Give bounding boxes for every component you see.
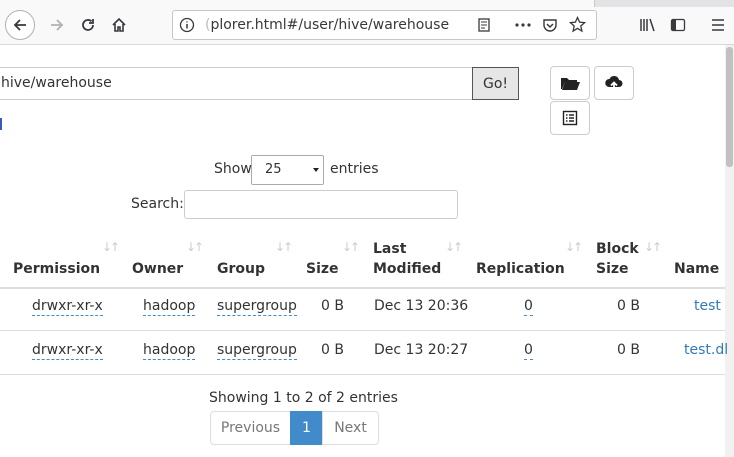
size-cell: 0 B (321, 342, 344, 358)
column-header-group[interactable]: Group (217, 259, 265, 279)
tab-strip (0, 0, 734, 7)
arrow-right-icon (51, 19, 64, 31)
cloud-upload-icon (605, 75, 623, 90)
upload-files-button[interactable] (594, 66, 634, 100)
column-header-replication[interactable]: Replication (476, 259, 565, 279)
info-icon[interactable] (179, 17, 195, 37)
library-icon (640, 18, 655, 32)
create-directory-button[interactable] (550, 66, 590, 100)
forward-button[interactable] (42, 10, 72, 40)
sidebar-button[interactable] (666, 11, 690, 39)
sidebar-edge (0, 45, 3, 457)
active-tab[interactable] (0, 0, 595, 7)
block-size-cell: 0 B (617, 298, 640, 314)
entries-label: entries (330, 161, 379, 177)
file-name-link[interactable]: test.dl (684, 342, 728, 358)
column-header-owner[interactable]: Owner (132, 259, 183, 279)
column-header-permission[interactable]: Permission (13, 259, 100, 279)
sidebar-icon (670, 18, 686, 32)
sort-icon[interactable]: ↓↑ (565, 240, 583, 254)
sort-icon[interactable]: ↓↑ (186, 240, 204, 254)
go-button[interactable]: Go! (472, 67, 519, 100)
sort-icon[interactable]: ↓↑ (342, 240, 360, 254)
page-actions-icon[interactable] (514, 17, 532, 37)
bookmark-star-icon[interactable] (568, 15, 587, 37)
row-divider (0, 330, 725, 331)
file-name-link[interactable]: test (694, 298, 721, 314)
list-alt-icon (562, 110, 578, 126)
column-header-last-modified-line2: Modified (373, 261, 442, 277)
column-header-last-modified[interactable]: Last Modified (373, 239, 441, 279)
table-header-divider (0, 287, 725, 289)
modified-cell: Dec 13 20:36 (374, 298, 469, 314)
reader-view-icon[interactable] (476, 17, 492, 37)
scrollbar-thumb[interactable] (726, 47, 733, 167)
arrow-left-icon (13, 19, 26, 31)
row-divider (0, 374, 725, 375)
column-header-name[interactable]: Name (674, 259, 719, 279)
sort-icon[interactable]: ↓↑ (644, 240, 662, 254)
hamburger-menu-icon (712, 19, 724, 31)
pagination-previous-button[interactable]: Previous (210, 411, 291, 445)
chevron-down-icon (313, 168, 319, 172)
owner-cell[interactable]: hadoop (143, 342, 196, 360)
pagination-page-1-button[interactable]: 1 (290, 411, 323, 445)
sort-icon[interactable]: ↓↑ (102, 240, 120, 254)
permission-cell[interactable]: drwxr-xr-x (32, 342, 103, 360)
pagination-next-button[interactable]: Next (322, 411, 379, 445)
folder-open-icon (561, 78, 580, 90)
menu-button[interactable] (707, 11, 729, 39)
replication-cell[interactable]: 0 (524, 298, 533, 316)
table-info: Showing 1 to 2 of 2 entries (209, 390, 398, 406)
search-input[interactable] (184, 190, 458, 219)
url-path: plorer.html#/user/hive/warehouse (210, 17, 450, 33)
reload-button[interactable] (74, 10, 102, 40)
sort-icon[interactable]: ↓↑ (275, 240, 293, 254)
column-header-last-modified-line1: Last (373, 241, 407, 257)
column-header-size[interactable]: Size (306, 259, 339, 279)
back-button[interactable] (5, 10, 35, 40)
directory-path-input[interactable]: hive/warehouse (0, 67, 474, 100)
url-text[interactable]: (plorer.html#/user/hive/warehouse (205, 17, 449, 33)
library-button[interactable] (636, 11, 660, 39)
address-bar[interactable]: (plorer.html#/user/hive/warehouse (172, 10, 597, 40)
home-button[interactable] (105, 10, 133, 40)
permission-cell[interactable]: drwxr-xr-x (32, 298, 103, 316)
modified-cell: Dec 13 20:27 (374, 342, 469, 358)
page-scrollbar[interactable] (725, 45, 734, 457)
column-header-block-size[interactable]: Block Size (596, 239, 639, 279)
search-label: Search: (131, 196, 184, 212)
navigation-toolbar: (plorer.html#/user/hive/warehouse (0, 7, 734, 45)
group-cell[interactable]: supergroup (217, 298, 297, 316)
show-label: Show (214, 161, 252, 177)
home-icon (112, 17, 126, 32)
block-size-cell: 0 B (617, 342, 640, 358)
column-header-block-size-line2: Size (596, 261, 629, 277)
size-cell: 0 B (321, 298, 344, 314)
column-header-block-size-line1: Block (596, 241, 639, 257)
entries-per-page-value: 25 (265, 162, 282, 177)
entries-per-page-select[interactable]: 25 (251, 155, 324, 185)
owner-cell[interactable]: hadoop (143, 298, 196, 316)
pocket-icon[interactable] (542, 17, 558, 37)
replication-cell[interactable]: 0 (524, 342, 533, 360)
sort-icon[interactable]: ↓↑ (445, 240, 463, 254)
reload-icon (82, 19, 94, 31)
group-cell[interactable]: supergroup (217, 342, 297, 360)
cut-paste-button[interactable] (550, 101, 590, 135)
edge-marker (0, 118, 2, 130)
